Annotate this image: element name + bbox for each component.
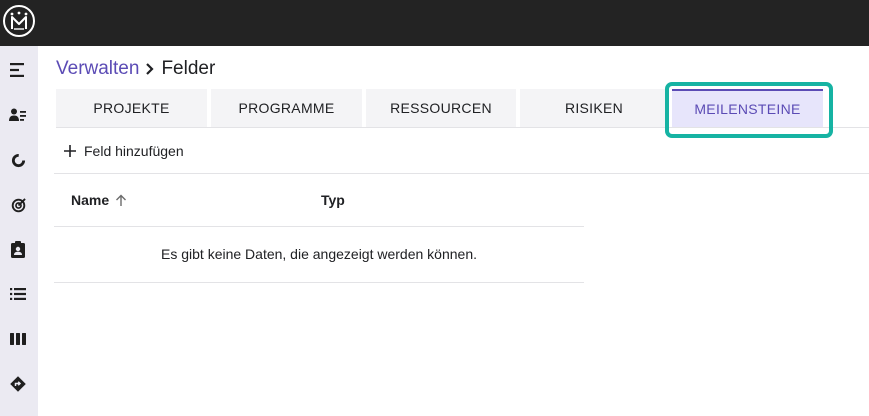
columns-icon[interactable]: [7, 328, 29, 350]
direction-sign-icon[interactable]: [7, 373, 29, 395]
tab-ressourcen[interactable]: RESSOURCEN: [366, 89, 516, 127]
clipboard-user-icon[interactable]: [7, 238, 29, 260]
column-header-typ-label: Typ: [321, 192, 345, 208]
tab-bar-divider: [56, 127, 869, 128]
column-header-name-label: Name: [71, 192, 110, 208]
tab-risiken[interactable]: RISIKEN: [520, 89, 668, 127]
menu-collapse-icon[interactable]: [7, 59, 29, 81]
add-field-button[interactable]: Feld hinzufügen: [64, 140, 184, 162]
column-header-typ[interactable]: Typ: [321, 190, 345, 210]
plus-icon: [64, 144, 78, 158]
tab-programme[interactable]: PROGRAMME: [211, 89, 362, 127]
tab-meilensteine[interactable]: MEILENSTEINE: [672, 89, 823, 127]
list-icon[interactable]: [7, 283, 29, 305]
progress-circle-icon[interactable]: [7, 149, 29, 171]
column-header-name[interactable]: Name: [71, 190, 127, 210]
crown-m-logo-icon[interactable]: [3, 5, 35, 37]
arrow-up-icon[interactable]: [115, 194, 127, 207]
add-field-label: Feld hinzufügen: [84, 143, 184, 159]
tab-projekte[interactable]: PROJEKTE: [56, 89, 207, 127]
toolbar-divider: [54, 173, 869, 174]
breadcrumb-link-verwalten[interactable]: Verwalten: [56, 58, 139, 80]
empty-state-message: Es gibt keine Daten, die angezeigt werde…: [161, 246, 477, 262]
table-bottom-divider: [54, 282, 584, 283]
tab-bar: PROJEKTE PROGRAMME RESSOURCEN RISIKEN ME…: [56, 89, 869, 127]
user-list-icon[interactable]: [7, 104, 29, 126]
target-icon[interactable]: [7, 194, 29, 216]
sidebar: [0, 46, 38, 416]
page-title: Felder: [161, 58, 216, 79]
table-header-divider: [54, 226, 584, 227]
breadcrumb: Verwalten Felder: [56, 57, 215, 81]
chevron-right-icon: [145, 62, 155, 76]
top-bar: [0, 0, 869, 46]
